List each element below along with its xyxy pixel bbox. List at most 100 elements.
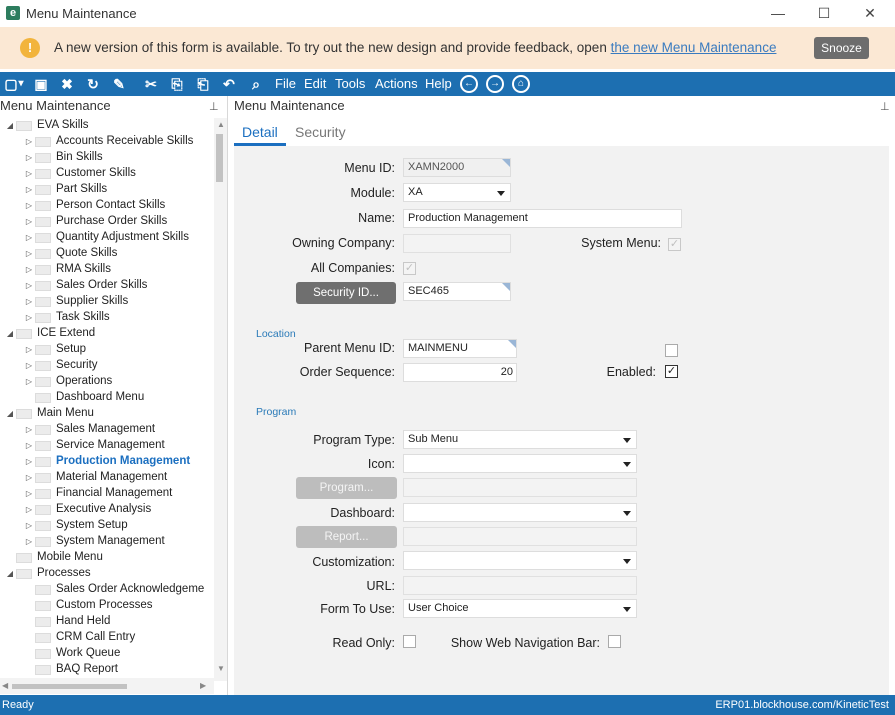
tree-item[interactable]: ▷ Quote Skills [0,246,214,262]
tree-item[interactable]: ▷ Purchase Order Skills [0,214,214,230]
tree-pin-icon[interactable]: ⊥ [209,97,219,117]
tree-item[interactable]: ▷ System Setup [0,518,214,534]
report-field[interactable] [403,527,637,546]
report-button[interactable]: Report... [296,526,397,548]
menu-tools[interactable]: Tools [335,76,365,91]
url-field[interactable] [403,576,637,595]
new-form-link[interactable]: the new Menu Maintenance [611,40,777,55]
snooze-button[interactable]: Snooze [814,37,869,59]
back-icon[interactable]: ← [460,75,478,93]
undo-icon[interactable]: ↶ [220,75,238,93]
tree-item[interactable]: Hand Held [0,614,214,630]
tab-security[interactable]: Security [295,124,346,140]
clear-icon[interactable]: ✎ [110,75,128,93]
show-web-nav-checkbox[interactable] [608,635,621,648]
expand-toggle-icon[interactable]: ▷ [24,264,34,276]
order-sequence-field[interactable]: 20 [403,363,517,382]
expand-toggle-icon[interactable]: ▷ [24,360,34,372]
expand-toggle-icon[interactable]: ▷ [24,184,34,196]
tree-item[interactable]: ▷ Task Skills [0,310,214,326]
tree-item[interactable]: ▷ Supplier Skills [0,294,214,310]
menu-help[interactable]: Help [425,76,452,91]
scroll-right-icon[interactable]: ▶ [200,681,206,690]
tree-item[interactable]: ▷ Financial Management [0,486,214,502]
expand-toggle-icon[interactable]: ▷ [24,456,34,468]
tree-item[interactable]: ◢ Processes [0,566,214,582]
enabled-checkbox[interactable]: ✓ [665,365,678,378]
tree-item[interactable]: ▷ Part Skills [0,182,214,198]
tree-item[interactable]: ▷ Security [0,358,214,374]
maximize-button[interactable]: ☐ [808,2,840,24]
security-id-field[interactable]: SEC465 [403,282,511,301]
expand-toggle-icon[interactable]: ▷ [24,280,34,292]
tree-item[interactable]: ▷ RMA Skills [0,262,214,278]
tree-item[interactable]: ▷ Bin Skills [0,150,214,166]
expand-toggle-icon[interactable]: ▷ [24,200,34,212]
expand-toggle-icon[interactable]: ▷ [24,312,34,324]
expand-toggle-icon[interactable]: ▷ [24,168,34,180]
menu-actions[interactable]: Actions [375,76,418,91]
menu-edit[interactable]: Edit [304,76,326,91]
delete-icon[interactable]: ✖ [58,75,76,93]
read-only-checkbox[interactable] [403,635,416,648]
expand-toggle-icon[interactable]: ▷ [24,536,34,548]
scroll-left-icon[interactable]: ◀ [2,681,8,690]
tree-item[interactable]: Sales Order Acknowledgeme [0,582,214,598]
copy-icon[interactable]: ⎘ [168,75,186,93]
tree-item[interactable]: ▷ Accounts Receivable Skills [0,134,214,150]
tree-item[interactable]: Custom Processes [0,598,214,614]
tree-item[interactable]: ▷ Sales Order Skills [0,278,214,294]
expand-toggle-icon[interactable]: ▷ [24,440,34,452]
parent-menu-id-field[interactable]: MAINMENU [403,339,517,358]
expand-toggle-icon[interactable]: ▷ [24,152,34,164]
expand-toggle-icon[interactable]: ▷ [24,344,34,356]
expand-toggle-icon[interactable]: ▷ [24,520,34,532]
expand-toggle-icon[interactable]: ◢ [5,568,15,580]
tree-item[interactable]: ▷ Executive Analysis [0,502,214,518]
all-companies-checkbox[interactable]: ✓ [403,262,416,275]
forward-icon[interactable]: → [486,75,504,93]
name-field[interactable]: Production Management [403,209,682,228]
tree-hscroll-thumb[interactable] [12,684,127,689]
tree-item[interactable]: ▷ Setup [0,342,214,358]
expand-toggle-icon[interactable]: ◢ [5,408,15,420]
scroll-down-icon[interactable]: ▼ [217,664,225,673]
detail-pin-icon[interactable]: ⊥ [880,97,890,117]
tree-item[interactable]: ▷ Material Management [0,470,214,486]
tree-item[interactable]: ▷ System Management [0,534,214,550]
program-type-select[interactable]: Sub Menu [403,430,637,449]
expand-toggle-icon[interactable]: ◢ [5,328,15,340]
tree-item[interactable]: ▷ Person Contact Skills [0,198,214,214]
expand-toggle-icon[interactable]: ▷ [24,472,34,484]
tree-item[interactable]: BAQ Report [0,662,214,678]
scroll-up-icon[interactable]: ▲ [217,120,225,129]
tree-item[interactable]: ◢ EVA Skills [0,118,214,134]
close-button[interactable]: ✕ [854,2,886,24]
icon-select[interactable] [403,454,637,473]
save-icon[interactable]: ▣ [32,75,50,93]
paste-icon[interactable]: ⎗ [194,75,212,93]
location-checkbox[interactable] [665,344,678,357]
program-button[interactable]: Program... [296,477,397,499]
tree-item[interactable]: ▷ Quantity Adjustment Skills [0,230,214,246]
form-to-use-select[interactable]: User Choice [403,599,637,618]
owning-company-field[interactable] [403,234,511,253]
tree-item[interactable]: ▷ Production Management [0,454,214,470]
expand-toggle-icon[interactable]: ▷ [24,296,34,308]
dashboard-select[interactable] [403,503,637,522]
tree-item[interactable]: ▷ Sales Management [0,422,214,438]
program-field[interactable] [403,478,637,497]
tree-horizontal-scrollbar[interactable]: ◀ ▶ [0,678,214,694]
expand-toggle-icon[interactable]: ▷ [24,248,34,260]
tree-item[interactable]: ▷ Customer Skills [0,166,214,182]
tree-item[interactable]: ▷ Operations [0,374,214,390]
tree-item[interactable]: CRM Call Entry [0,630,214,646]
search-icon[interactable]: ⌕ [247,75,265,93]
expand-toggle-icon[interactable]: ▷ [24,504,34,516]
tree-item[interactable]: ◢ ICE Extend [0,326,214,342]
cut-icon[interactable]: ✂ [142,75,160,93]
expand-toggle-icon[interactable]: ▷ [24,136,34,148]
expand-toggle-icon[interactable]: ▷ [24,424,34,436]
expand-toggle-icon[interactable]: ▷ [24,232,34,244]
tree-item[interactable]: ▷ Service Management [0,438,214,454]
